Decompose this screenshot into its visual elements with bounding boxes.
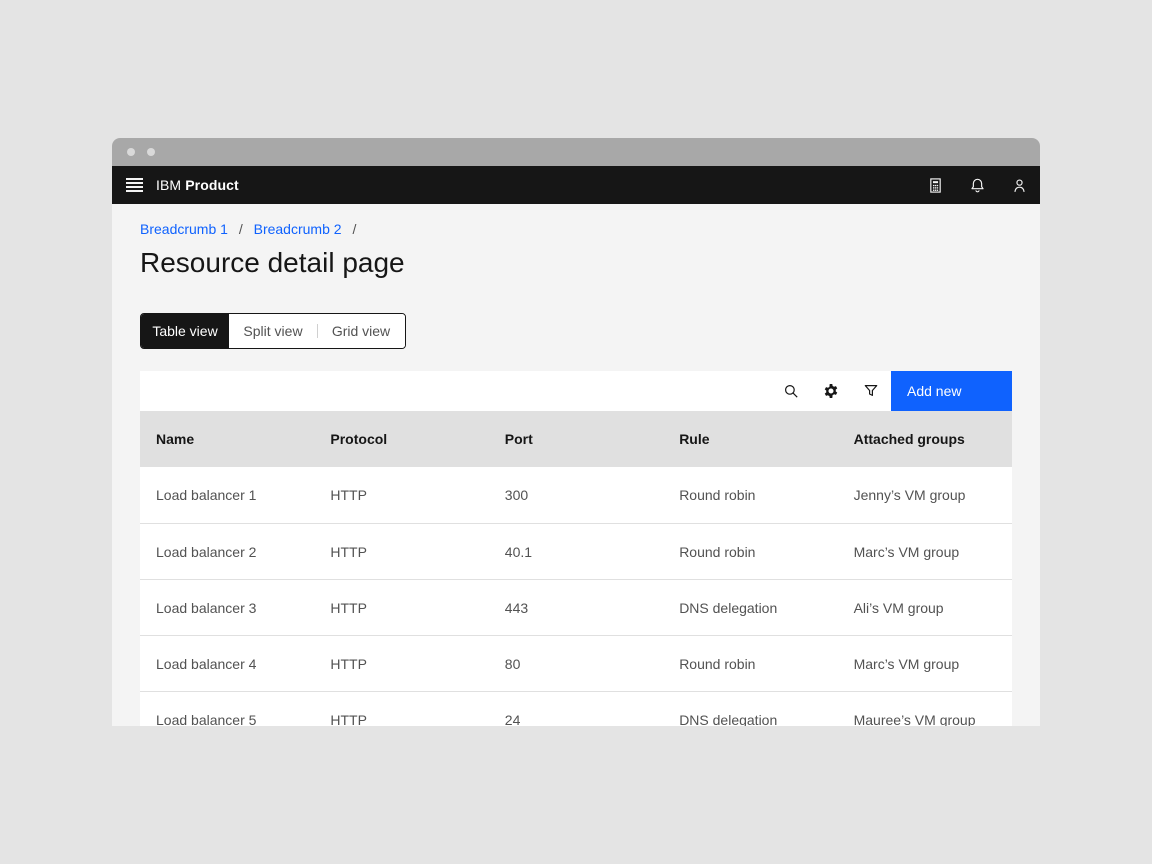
column-header-port[interactable]: Port (489, 431, 663, 447)
cell-attached-groups: Ali’s VM group (838, 600, 1012, 616)
cell-name: Load balancer 4 (140, 656, 314, 672)
table-row[interactable]: Load balancer 5 HTTP 24 DNS delegation M… (140, 691, 1012, 726)
table-toolbar: Add new (140, 371, 1012, 411)
breadcrumb-separator: / (239, 221, 243, 237)
cell-name: Load balancer 2 (140, 544, 314, 560)
cell-name: Load balancer 5 (140, 712, 314, 727)
cell-port: 80 (489, 656, 663, 672)
page-title: Resource detail page (140, 245, 1012, 281)
cell-rule: Round robin (663, 656, 837, 672)
cell-rule: Round robin (663, 487, 837, 503)
table-header-row: Name Protocol Port Rule Attached groups (140, 411, 1012, 467)
app-header: IBMProduct (112, 166, 1040, 204)
cell-port: 300 (489, 487, 663, 503)
breadcrumb-separator: / (352, 221, 356, 237)
column-header-protocol[interactable]: Protocol (314, 431, 488, 447)
cell-rule: DNS delegation (663, 712, 837, 727)
notification-bell-icon[interactable] (956, 166, 998, 204)
cell-protocol: HTTP (314, 487, 488, 503)
cell-attached-groups: Marc’s VM group (838, 544, 1012, 560)
cell-rule: DNS delegation (663, 600, 837, 616)
cell-protocol: HTTP (314, 712, 488, 727)
window-control-dot-2[interactable] (147, 148, 155, 156)
breadcrumb-link-2[interactable]: Breadcrumb 2 (254, 221, 342, 237)
window-control-dot-1[interactable] (127, 148, 135, 156)
cell-port: 443 (489, 600, 663, 616)
search-icon[interactable] (771, 371, 811, 411)
cell-attached-groups: Mauree’s VM group (838, 712, 1012, 727)
brand-prefix: IBM (156, 177, 181, 193)
column-header-attached-groups[interactable]: Attached groups (838, 431, 1012, 447)
table-row[interactable]: Load balancer 1 HTTP 300 Round robin Jen… (140, 467, 1012, 523)
tab-grid-view[interactable]: Grid view (317, 314, 405, 348)
menu-icon[interactable] (112, 166, 156, 204)
breadcrumb: Breadcrumb 1 / Breadcrumb 2 / (140, 204, 1012, 238)
view-switcher: Table view Split view Grid view (140, 313, 406, 349)
cell-attached-groups: Jenny’s VM group (838, 487, 1012, 503)
cell-port: 40.1 (489, 544, 663, 560)
cell-protocol: HTTP (314, 600, 488, 616)
table-row[interactable]: Load balancer 2 HTTP 40.1 Round robin Ma… (140, 523, 1012, 579)
add-new-button[interactable]: Add new (891, 371, 1012, 411)
tab-table-view[interactable]: Table view (141, 314, 229, 348)
cell-port: 24 (489, 712, 663, 727)
table-row[interactable]: Load balancer 3 HTTP 443 DNS delegation … (140, 579, 1012, 635)
column-header-rule[interactable]: Rule (663, 431, 837, 447)
user-avatar-icon[interactable] (998, 166, 1040, 204)
column-header-name[interactable]: Name (140, 431, 314, 447)
filter-funnel-icon[interactable] (851, 371, 891, 411)
calculator-icon[interactable] (914, 166, 956, 204)
cell-name: Load balancer 1 (140, 487, 314, 503)
browser-window: IBMProduct (112, 138, 1040, 726)
cell-protocol: HTTP (314, 544, 488, 560)
page-content: Breadcrumb 1 / Breadcrumb 2 / Resource d… (112, 204, 1040, 726)
settings-gear-icon[interactable] (811, 371, 851, 411)
product-brand: IBMProduct (156, 177, 239, 193)
tab-split-view[interactable]: Split view (229, 314, 317, 348)
cell-protocol: HTTP (314, 656, 488, 672)
header-actions (914, 166, 1040, 204)
table-row[interactable]: Load balancer 4 HTTP 80 Round robin Marc… (140, 635, 1012, 691)
window-titlebar (112, 138, 1040, 166)
cell-name: Load balancer 3 (140, 600, 314, 616)
data-table: Add new Name Protocol Port Rule Attached… (140, 371, 1012, 726)
cell-rule: Round robin (663, 544, 837, 560)
brand-name: Product (185, 177, 239, 193)
cell-attached-groups: Marc’s VM group (838, 656, 1012, 672)
breadcrumb-link-1[interactable]: Breadcrumb 1 (140, 221, 228, 237)
